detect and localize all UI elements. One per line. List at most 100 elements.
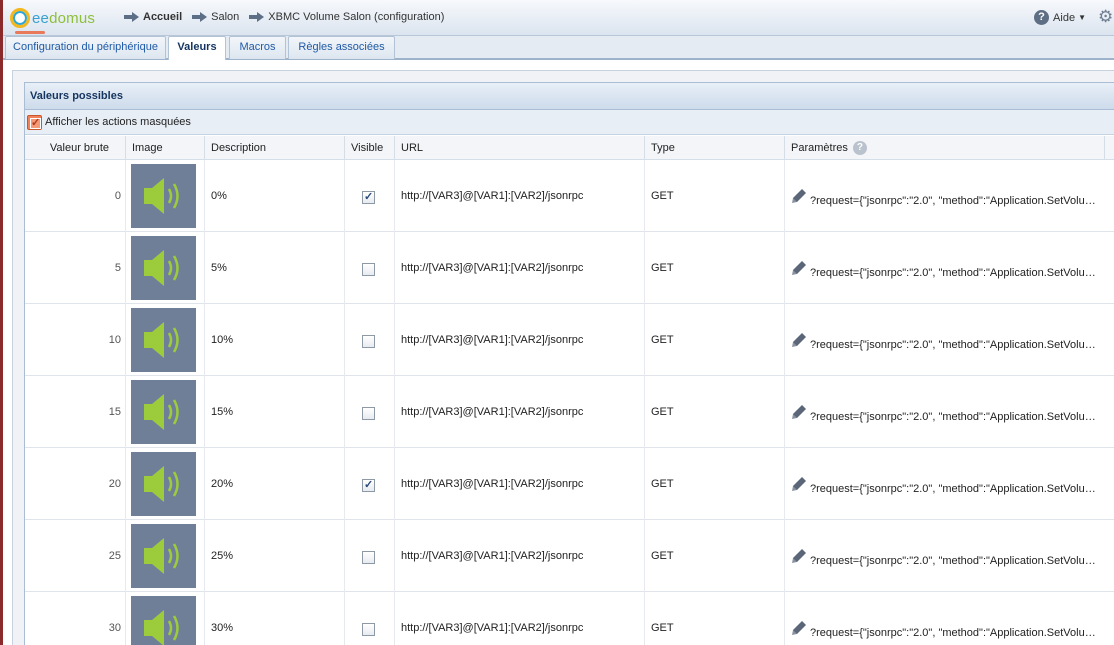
column-header-image[interactable]: Image bbox=[126, 136, 205, 160]
breadcrumb-room[interactable]: Salon bbox=[211, 11, 239, 23]
raw-value-cell: 25 bbox=[25, 520, 126, 592]
type-cell: GET bbox=[645, 160, 785, 232]
parameters-cell: ?request={"jsonrpc":"2.0", "method":"App… bbox=[785, 304, 1114, 376]
tab-device-configuration[interactable]: Configuration du périphérique bbox=[5, 36, 166, 59]
visible-checkbox[interactable] bbox=[362, 335, 375, 348]
url-cell: http://[VAR3]@[VAR1]:[VAR2]/jsonrpc bbox=[395, 448, 645, 520]
pencil-icon[interactable] bbox=[791, 620, 807, 636]
show-hidden-actions-checkbox[interactable]: ✓ bbox=[27, 115, 42, 130]
breadcrumb-home[interactable]: Accueil bbox=[143, 11, 182, 23]
parameters-text: ?request={"jsonrpc":"2.0", "method":"App… bbox=[810, 627, 1102, 639]
pencil-icon[interactable] bbox=[791, 476, 807, 492]
url-cell: http://[VAR3]@[VAR1]:[VAR2]/jsonrpc bbox=[395, 304, 645, 376]
visible-cell bbox=[345, 520, 395, 592]
url-cell: http://[VAR3]@[VAR1]:[VAR2]/jsonrpc bbox=[395, 592, 645, 645]
column-header-raw-value[interactable]: Valeur brute bbox=[25, 136, 126, 160]
type-cell: GET bbox=[645, 232, 785, 304]
column-header-description[interactable]: Description bbox=[205, 136, 345, 160]
tab-values[interactable]: Valeurs bbox=[168, 36, 226, 60]
parameters-cell: ?request={"jsonrpc":"2.0", "method":"App… bbox=[785, 592, 1114, 645]
gear-icon[interactable]: ⚙ bbox=[1098, 8, 1114, 26]
parameters-cell: ?request={"jsonrpc":"2.0", "method":"App… bbox=[785, 520, 1114, 592]
image-cell bbox=[126, 232, 205, 304]
table-row: 20 20% ✓ http://[VAR3]@[VAR1]:[VAR2]/jso… bbox=[25, 448, 1114, 520]
visible-checkbox[interactable] bbox=[362, 623, 375, 636]
column-header-parameters[interactable]: Paramètres ? bbox=[785, 136, 1105, 160]
breadcrumb: Accueil Salon XBMC Volume Salon (configu… bbox=[124, 11, 454, 23]
show-hidden-actions-label[interactable]: Afficher les actions masquées bbox=[45, 116, 191, 128]
column-header-url[interactable]: URL bbox=[395, 136, 645, 160]
column-header-parameters-label: Paramètres bbox=[791, 142, 848, 154]
parameters-cell: ?request={"jsonrpc":"2.0", "method":"App… bbox=[785, 448, 1114, 520]
type-cell: GET bbox=[645, 304, 785, 376]
parameters-cell: ?request={"jsonrpc":"2.0", "method":"App… bbox=[785, 376, 1114, 448]
pencil-icon[interactable] bbox=[791, 188, 807, 204]
description-cell: 30% bbox=[205, 592, 345, 645]
table-row: 5 5% http://[VAR3]@[VAR1]:[VAR2]/jsonrpc… bbox=[25, 232, 1114, 304]
question-icon[interactable]: ? bbox=[852, 141, 867, 156]
column-header-visible[interactable]: Visible bbox=[345, 136, 395, 160]
values-panel: Valeurs possibles ✓ Afficher les actions… bbox=[24, 82, 1114, 645]
parameters-text: ?request={"jsonrpc":"2.0", "method":"App… bbox=[810, 267, 1102, 279]
speaker-volume-icon[interactable] bbox=[131, 236, 196, 300]
raw-value-cell: 5 bbox=[25, 232, 126, 304]
tab-associated-rules[interactable]: Règles associées bbox=[288, 36, 395, 59]
tab-macros[interactable]: Macros bbox=[229, 36, 286, 59]
parameters-text: ?request={"jsonrpc":"2.0", "method":"App… bbox=[810, 555, 1102, 567]
speaker-volume-icon[interactable] bbox=[131, 380, 196, 444]
column-header-type[interactable]: Type bbox=[645, 136, 785, 160]
parameters-text: ?request={"jsonrpc":"2.0", "method":"App… bbox=[810, 483, 1102, 495]
table-row: 10 10% http://[VAR3]@[VAR1]:[VAR2]/jsonr… bbox=[25, 304, 1114, 376]
type-cell: GET bbox=[645, 592, 785, 645]
help-label: Aide bbox=[1053, 11, 1076, 24]
parameters-text: ?request={"jsonrpc":"2.0", "method":"App… bbox=[810, 411, 1102, 423]
raw-value-cell: 20 bbox=[25, 448, 126, 520]
pencil-icon[interactable] bbox=[791, 332, 807, 348]
speaker-volume-icon[interactable] bbox=[131, 596, 196, 645]
check-icon: ✓ bbox=[364, 479, 374, 491]
visible-checkbox[interactable] bbox=[362, 551, 375, 564]
description-cell: 20% bbox=[205, 448, 345, 520]
logo-text: eedomus bbox=[32, 9, 96, 27]
help-menu-button[interactable]: ? Aide ▼ bbox=[1034, 10, 1086, 25]
image-cell bbox=[126, 520, 205, 592]
question-icon: ? bbox=[1034, 10, 1050, 25]
raw-value-cell: 15 bbox=[25, 376, 126, 448]
visible-checkbox[interactable]: ✓ bbox=[362, 479, 375, 492]
speaker-volume-icon[interactable] bbox=[131, 164, 196, 228]
visible-cell bbox=[345, 592, 395, 645]
arrow-right-icon bbox=[124, 12, 139, 22]
image-cell bbox=[126, 304, 205, 376]
raw-value-cell: 0 bbox=[25, 160, 126, 232]
description-cell: 10% bbox=[205, 304, 345, 376]
pencil-icon[interactable] bbox=[791, 548, 807, 564]
eedomus-logo[interactable]: eedomus bbox=[10, 6, 95, 30]
visible-cell bbox=[345, 232, 395, 304]
pencil-icon[interactable] bbox=[791, 404, 807, 420]
visible-checkbox[interactable] bbox=[362, 263, 375, 276]
panel-title: Valeurs possibles bbox=[25, 83, 1114, 110]
url-cell: http://[VAR3]@[VAR1]:[VAR2]/jsonrpc bbox=[395, 520, 645, 592]
url-cell: http://[VAR3]@[VAR1]:[VAR2]/jsonrpc bbox=[395, 160, 645, 232]
url-cell: http://[VAR3]@[VAR1]:[VAR2]/jsonrpc bbox=[395, 376, 645, 448]
visible-checkbox[interactable]: ✓ bbox=[362, 191, 375, 204]
speaker-volume-icon[interactable] bbox=[131, 524, 196, 588]
parameters-text: ?request={"jsonrpc":"2.0", "method":"App… bbox=[810, 195, 1102, 207]
raw-value-cell: 30 bbox=[25, 592, 126, 645]
table-row: 25 25% http://[VAR3]@[VAR1]:[VAR2]/jsonr… bbox=[25, 520, 1114, 592]
speaker-volume-icon[interactable] bbox=[131, 308, 196, 372]
description-cell: 25% bbox=[205, 520, 345, 592]
show-hidden-actions-bar: ✓ Afficher les actions masquées bbox=[25, 110, 1114, 135]
logo-ring-icon bbox=[10, 8, 30, 28]
check-icon: ✓ bbox=[31, 117, 41, 129]
pencil-icon[interactable] bbox=[791, 260, 807, 276]
table-row: 0 0% ✓ http://[VAR3]@[VAR1]:[VAR2]/jsonr… bbox=[25, 160, 1114, 232]
visible-cell bbox=[345, 376, 395, 448]
visible-checkbox[interactable] bbox=[362, 407, 375, 420]
image-cell bbox=[126, 448, 205, 520]
parameters-cell: ?request={"jsonrpc":"2.0", "method":"App… bbox=[785, 232, 1114, 304]
type-cell: GET bbox=[645, 448, 785, 520]
type-cell: GET bbox=[645, 376, 785, 448]
visible-cell: ✓ bbox=[345, 160, 395, 232]
speaker-volume-icon[interactable] bbox=[131, 452, 196, 516]
